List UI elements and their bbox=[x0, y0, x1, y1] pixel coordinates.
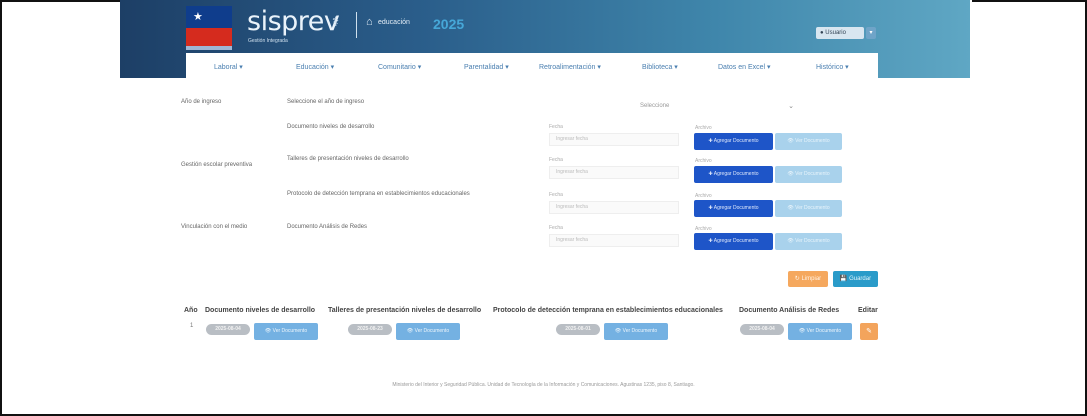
year-select-value: Seleccione bbox=[640, 103, 670, 109]
clear-button[interactable]: ↻ Limpiar bbox=[788, 271, 828, 287]
page-footer: Ministerio del Interior y Seguridad Públ… bbox=[392, 382, 695, 388]
doc-label: Protocolo de detección temprana en estab… bbox=[287, 191, 470, 197]
edit-button[interactable]: ✎ bbox=[860, 323, 878, 340]
doc-btn-label: Ver Documento bbox=[806, 328, 842, 334]
doc-btn-label: Ver Documento bbox=[272, 328, 308, 334]
year-hint: Seleccione el año de ingreso bbox=[287, 99, 365, 105]
ministry-icon: ⚕ bbox=[332, 14, 340, 29]
brand-subtitle: Gestión Integrada bbox=[248, 38, 288, 44]
government-logo: ★ bbox=[186, 6, 232, 46]
nav-item-educacion[interactable]: Educación ▾ bbox=[296, 63, 334, 71]
nav-label: Retroalimentación bbox=[539, 64, 596, 71]
date-badge: 2025-08-23 bbox=[348, 324, 392, 335]
view-label: Ver Documento bbox=[795, 238, 830, 244]
doc-label: Documento Análisis de Redes bbox=[287, 224, 368, 230]
view-document-button[interactable]: 👁 Ver Documento bbox=[604, 323, 668, 340]
section-gestion: Gestión escolar preventiva bbox=[181, 162, 253, 168]
doc-label: Documento niveles de desarrollo bbox=[287, 124, 375, 130]
date-input[interactable]: Ingresar fecha bbox=[549, 133, 679, 146]
date-input[interactable]: Ingresar fecha bbox=[549, 201, 679, 214]
date-input[interactable]: Ingresar fecha bbox=[549, 234, 679, 247]
logo-underline bbox=[186, 46, 232, 50]
header-separator bbox=[356, 12, 357, 38]
education-label: educación bbox=[378, 19, 410, 26]
archivo-label: Archivo bbox=[695, 193, 712, 199]
th-protocolo: Protocolo de detección temprana en estab… bbox=[493, 307, 723, 314]
nav-item-retroalimentacion[interactable]: Retroalimentación ▾ bbox=[539, 63, 601, 71]
main-nav: Laboral ▾ Educación ▾ Comunitario ▾ Pare… bbox=[186, 53, 878, 80]
user-label: Usuario bbox=[825, 30, 846, 36]
add-label: Agregar Documento bbox=[713, 205, 759, 211]
header-year: 2025 bbox=[433, 16, 465, 32]
fecha-label: Fecha bbox=[549, 124, 563, 130]
frame-topline-right bbox=[972, 0, 1087, 2]
view-document-button[interactable]: 👁 Ver Documento bbox=[775, 133, 842, 150]
view-document-button[interactable]: 👁 Ver Documento bbox=[775, 200, 842, 217]
view-label: Ver Documento bbox=[795, 205, 830, 211]
doc-label: Talleres de presentación niveles de desa… bbox=[287, 156, 409, 162]
date-badge: 2025-08-04 bbox=[740, 324, 784, 335]
date-badge: 2025-08-04 bbox=[206, 324, 250, 335]
chevron-down-icon[interactable]: ▾ bbox=[866, 27, 876, 39]
nav-item-parentalidad[interactable]: Parentalidad ▾ bbox=[464, 63, 509, 71]
view-label: Ver Documento bbox=[795, 171, 830, 177]
frame-topline-left bbox=[0, 0, 120, 2]
doc-btn-label: Ver Documento bbox=[414, 328, 450, 334]
star-icon: ★ bbox=[193, 11, 203, 23]
table-row-year: 1 bbox=[190, 323, 194, 329]
section-vinculacion: Vinculación con el medio bbox=[181, 224, 248, 230]
year-select[interactable]: Seleccione ⌄ bbox=[640, 100, 800, 113]
add-document-button[interactable]: ✚ Agregar Documento bbox=[694, 200, 773, 217]
view-document-button[interactable]: 👁 Ver Documento bbox=[788, 323, 852, 340]
add-document-button[interactable]: ✚ Agregar Documento bbox=[694, 166, 773, 183]
save-button[interactable]: 💾 Guardar bbox=[833, 271, 878, 287]
nav-item-comunitario[interactable]: Comunitario ▾ bbox=[378, 63, 421, 71]
archivo-label: Archivo bbox=[695, 226, 712, 232]
nav-item-historico[interactable]: Histórico ▾ bbox=[816, 63, 849, 71]
add-label: Agregar Documento bbox=[713, 171, 759, 177]
chevron-down-icon: ⌄ bbox=[788, 103, 794, 110]
nav-label: Histórico bbox=[816, 64, 844, 71]
nav-label: Biblioteca bbox=[642, 64, 673, 71]
user-menu-button[interactable]: ● Usuario bbox=[816, 27, 864, 39]
view-label: Ver Documento bbox=[795, 138, 830, 144]
view-document-button[interactable]: 👁 Ver Documento bbox=[775, 166, 842, 183]
view-document-button[interactable]: 👁 Ver Documento bbox=[396, 323, 460, 340]
graduation-cap-icon: ⌂ bbox=[366, 16, 373, 28]
nav-label: Laboral bbox=[214, 64, 238, 71]
fecha-label: Fecha bbox=[549, 192, 563, 198]
date-input[interactable]: Ingresar fecha bbox=[549, 166, 679, 179]
nav-label: Datos en Excel bbox=[718, 64, 766, 71]
nav-label: Educación bbox=[296, 64, 329, 71]
fecha-label: Fecha bbox=[549, 225, 563, 231]
add-label: Agregar Documento bbox=[713, 138, 759, 144]
th-analisis-redes: Documento Análisis de Redes bbox=[739, 307, 840, 314]
th-year: Año bbox=[184, 307, 198, 314]
th-doc-niveles: Documento niveles de desarrollo bbox=[205, 307, 316, 314]
th-edit: Editar bbox=[858, 307, 878, 314]
logo-red-band bbox=[186, 28, 232, 46]
add-document-button[interactable]: ✚ Agregar Documento bbox=[694, 233, 773, 250]
year-label: Año de ingreso bbox=[181, 99, 222, 105]
fecha-label: Fecha bbox=[549, 157, 563, 163]
nav-item-biblioteca[interactable]: Biblioteca ▾ bbox=[642, 63, 678, 71]
brand-name[interactable]: sisprev bbox=[247, 6, 340, 37]
view-document-button[interactable]: 👁 Ver Documento bbox=[775, 233, 842, 250]
view-document-button[interactable]: 👁 Ver Documento bbox=[254, 323, 318, 340]
doc-btn-label: Ver Documento bbox=[622, 328, 658, 334]
user-icon: ● bbox=[820, 30, 824, 36]
clear-label: Limpiar bbox=[801, 276, 822, 282]
date-badge: 2025-08-01 bbox=[556, 324, 600, 335]
archivo-label: Archivo bbox=[695, 125, 712, 131]
nav-label: Comunitario bbox=[378, 64, 416, 71]
nav-label: Parentalidad bbox=[464, 64, 504, 71]
add-document-button[interactable]: ✚ Agregar Documento bbox=[694, 133, 773, 150]
add-label: Agregar Documento bbox=[713, 238, 759, 244]
save-label: Guardar bbox=[849, 276, 872, 282]
nav-item-laboral[interactable]: Laboral ▾ bbox=[214, 63, 243, 71]
th-talleres: Talleres de presentación niveles de desa… bbox=[328, 307, 482, 314]
archivo-label: Archivo bbox=[695, 158, 712, 164]
nav-item-datos-excel[interactable]: Datos en Excel ▾ bbox=[718, 63, 771, 71]
